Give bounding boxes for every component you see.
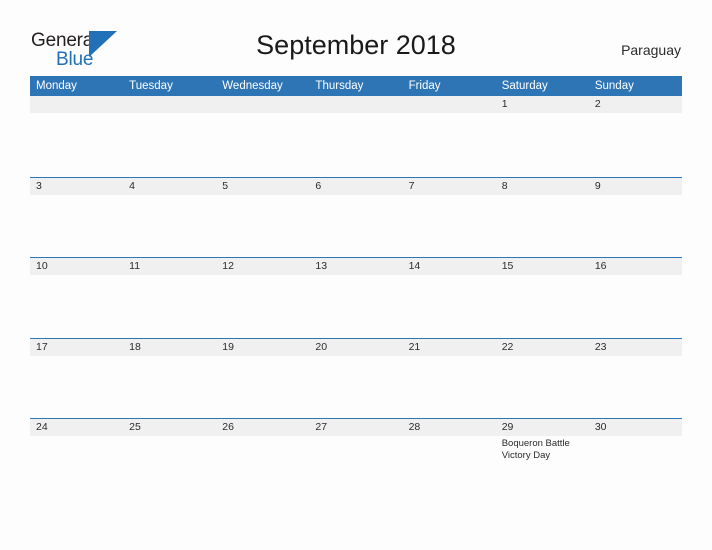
weekday-header-thursday: Thursday: [315, 80, 364, 92]
day-number[interactable]: 15: [496, 258, 589, 275]
week-event-band: Boqueron Battle Victory Day: [30, 436, 682, 499]
day-events: [216, 195, 309, 258]
calendar-grid: Monday Tuesday Wednesday Thursday Friday…: [30, 76, 682, 499]
day-events: [589, 436, 682, 499]
day-number[interactable]: 18: [123, 339, 216, 356]
day-number[interactable]: 25: [123, 419, 216, 436]
week-row: 24 25 26 27 28 29 30 Boqueron Battle Vic…: [30, 418, 682, 499]
day-number[interactable]: 12: [216, 258, 309, 275]
day-events: [30, 195, 123, 258]
day-events: [216, 436, 309, 499]
day-number[interactable]: [216, 96, 309, 113]
day-events: [216, 356, 309, 419]
weekday-header-sunday: Sunday: [594, 80, 634, 92]
day-number[interactable]: 8: [496, 178, 589, 195]
weekday-header-tuesday: Tuesday: [129, 80, 173, 92]
day-events: [496, 356, 589, 419]
day-number[interactable]: 17: [30, 339, 123, 356]
weekday-header-friday: Friday: [408, 80, 441, 92]
day-number[interactable]: 5: [216, 178, 309, 195]
day-number[interactable]: 30: [589, 419, 682, 436]
day-number[interactable]: 1: [496, 96, 589, 113]
week-event-band: [30, 194, 682, 258]
day-number[interactable]: 4: [123, 178, 216, 195]
day-number[interactable]: 29: [496, 419, 589, 436]
day-events: [123, 356, 216, 419]
week-row: 10 11 12 13 14 15 16: [30, 257, 682, 338]
day-events: [496, 275, 589, 338]
day-number[interactable]: 22: [496, 339, 589, 356]
week-row: 3 4 5 6 7 8 9: [30, 176, 682, 258]
day-events: [403, 356, 496, 419]
weekday-header-saturday: Saturday: [501, 80, 548, 92]
week-date-band: 3 4 5 6 7 8 9: [30, 177, 682, 195]
day-events: [496, 113, 589, 176]
week-date-band: 24 25 26 27 28 29 30: [30, 419, 682, 436]
day-number[interactable]: 6: [309, 178, 402, 195]
page-header: General Blue September 2018 Paraguay: [0, 0, 712, 76]
day-events: [589, 356, 682, 419]
day-number[interactable]: 9: [589, 178, 682, 195]
day-events: [30, 436, 123, 499]
weekday-header-row: Monday Tuesday Wednesday Thursday Friday…: [30, 76, 682, 96]
day-number[interactable]: 16: [589, 258, 682, 275]
day-number[interactable]: 13: [309, 258, 402, 275]
page-title: September 2018: [256, 30, 456, 60]
day-events: [30, 113, 123, 176]
day-number[interactable]: 10: [30, 258, 123, 275]
week-row: 1 2: [30, 96, 682, 177]
day-events: [496, 195, 589, 258]
day-events: [123, 275, 216, 338]
day-number[interactable]: 27: [309, 419, 402, 436]
day-events: [30, 275, 123, 338]
calendar-page: General Blue September 2018 Paraguay Mon…: [0, 0, 712, 550]
day-events: [309, 356, 402, 419]
day-events: [309, 195, 402, 258]
day-events: [309, 113, 402, 176]
day-events: [216, 113, 309, 176]
day-events: [309, 275, 402, 338]
day-number[interactable]: 2: [589, 96, 682, 113]
day-number[interactable]: 28: [403, 419, 496, 436]
day-events: [123, 195, 216, 258]
day-events: [589, 113, 682, 176]
day-number[interactable]: 23: [589, 339, 682, 356]
day-number[interactable]: [403, 96, 496, 113]
day-events: [123, 113, 216, 176]
week-event-band: [30, 275, 682, 338]
day-events: [216, 275, 309, 338]
day-number[interactable]: 21: [403, 339, 496, 356]
day-number[interactable]: 14: [403, 258, 496, 275]
week-date-band: 1 2: [30, 96, 682, 113]
day-number[interactable]: 26: [216, 419, 309, 436]
day-number[interactable]: 3: [30, 178, 123, 195]
day-events: [589, 275, 682, 338]
day-events: [123, 436, 216, 499]
week-event-band: [30, 113, 682, 176]
day-number[interactable]: 20: [309, 339, 402, 356]
week-date-band: 17 18 19 20 21 22 23: [30, 338, 682, 356]
day-number[interactable]: 7: [403, 178, 496, 195]
week-event-band: [30, 355, 682, 419]
country-label: Paraguay: [621, 42, 681, 58]
holiday-event-label: Boqueron Battle Victory Day: [501, 438, 570, 461]
day-number[interactable]: [30, 96, 123, 113]
day-events: [403, 436, 496, 499]
day-events: [403, 275, 496, 338]
day-number[interactable]: [309, 96, 402, 113]
day-number[interactable]: 19: [216, 339, 309, 356]
weekday-header-monday: Monday: [36, 80, 77, 92]
day-events: [30, 356, 123, 419]
day-events: [403, 195, 496, 258]
day-number[interactable]: [123, 96, 216, 113]
weekday-header-wednesday: Wednesday: [222, 80, 283, 92]
week-row: 17 18 19 20 21 22 23: [30, 337, 682, 419]
day-number[interactable]: 11: [123, 258, 216, 275]
week-date-band: 10 11 12 13 14 15 16: [30, 258, 682, 275]
day-events: [309, 436, 402, 499]
day-events: [403, 113, 496, 176]
day-number[interactable]: 24: [30, 419, 123, 436]
day-events: [589, 195, 682, 258]
